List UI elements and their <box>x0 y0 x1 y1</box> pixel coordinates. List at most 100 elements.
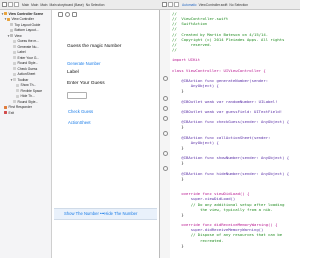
outline-label: Round Style... <box>17 99 39 104</box>
outline-label: Hide Th... <box>20 94 35 98</box>
code-line: @IBOutlet weak var guessField: UITextFie… <box>172 108 283 114</box>
jump-bar: Main Main Main Main.storyboard (Base) No… <box>0 0 300 10</box>
button-icon <box>13 72 16 76</box>
code-editor[interactable]: //// ViewController.swift// SwiftAction /… <box>160 10 300 258</box>
scene-icon <box>4 12 7 15</box>
exit-icon[interactable] <box>72 12 77 17</box>
exit-icon <box>4 111 7 114</box>
check-guess-button[interactable]: Check Guess <box>68 109 93 114</box>
outline-label: Guess the m... <box>17 39 39 43</box>
forward-arrow-icon[interactable] <box>14 2 19 7</box>
view-icon <box>10 34 13 37</box>
breadcrumb-item[interactable]: Main <box>22 3 29 7</box>
code-line: } <box>172 124 184 130</box>
forward-arrow-icon[interactable] <box>174 2 179 7</box>
code-line: } <box>172 160 184 166</box>
outline-item-hide-button[interactable]: Hide Th... <box>16 94 35 99</box>
outline-item-bottom-layout-guide[interactable]: Bottom Layout... <box>10 28 39 33</box>
connection-circle-icon[interactable] <box>163 76 168 81</box>
line-gutter <box>160 10 170 258</box>
connection-circle-icon[interactable] <box>163 96 168 101</box>
actionsheet-button[interactable]: ActionSheet <box>68 120 91 125</box>
label-icon <box>13 56 16 59</box>
code-line: } <box>172 144 184 150</box>
outline-label: View Controller <box>11 17 34 21</box>
layout-guide-icon <box>10 23 13 26</box>
outline-item-enter-guess[interactable]: Enter Your G... <box>13 55 39 60</box>
jump-bar-left: Main Main Main Main.storyboard (Base) No… <box>2 0 106 9</box>
breadcrumb-item[interactable]: Automatic <box>182 3 197 7</box>
connection-circle-icon[interactable] <box>163 131 168 136</box>
outline-item-check-guess[interactable]: Check Guess <box>13 66 37 71</box>
outline-item-exit[interactable]: Exit <box>4 110 14 115</box>
connection-circle-icon[interactable] <box>163 151 168 156</box>
grid-icon[interactable] <box>162 2 167 7</box>
breadcrumb-item[interactable]: Main <box>40 3 47 7</box>
first-responder-icon <box>4 105 7 109</box>
outline-item-first-responder[interactable]: First Responder <box>4 105 32 110</box>
code-line: // <box>172 47 177 53</box>
outline-item-scene[interactable]: ▼ View Controller Scene <box>1 11 50 16</box>
connection-circle-icon[interactable] <box>163 116 168 121</box>
outline-label: Toolbar <box>17 77 29 82</box>
back-arrow-icon[interactable] <box>168 2 173 7</box>
bar-button-icon <box>16 94 19 98</box>
text-field-icon <box>13 100 16 103</box>
grid-icon[interactable] <box>2 2 7 7</box>
bottom-toolbar: Show The Number •••Hide The Number <box>54 208 157 220</box>
outline-item-show-button[interactable]: Show Th... <box>16 83 36 88</box>
view-controller-icon <box>7 17 10 21</box>
guess-text-field[interactable] <box>67 92 87 99</box>
bar-button-icon <box>16 83 19 87</box>
outline-item-view[interactable]: ▼ View <box>7 33 22 38</box>
breadcrumb-item[interactable]: Main <box>31 3 38 7</box>
generate-number-button[interactable]: Generate Number <box>67 61 101 66</box>
outline-item-label[interactable]: Label <box>13 50 26 55</box>
view-controller-icon[interactable] <box>58 12 63 17</box>
label-icon <box>13 50 16 54</box>
outline-item-guess-label[interactable]: Guess the m... <box>13 39 39 44</box>
outline-label: Show Th... <box>20 83 37 87</box>
enter-guess-label: Enter Your Guess <box>67 81 105 86</box>
first-responder-icon[interactable] <box>65 12 70 17</box>
document-outline: ▼ View Controller Scene ▼ View Controlle… <box>0 10 52 258</box>
outline-label: View Controller Scene <box>8 11 44 16</box>
code-line: } <box>172 242 184 248</box>
outline-label: Top Layout Guide <box>14 22 41 27</box>
outline-item-round-style[interactable]: Round Style... <box>13 99 38 104</box>
storyboard-canvas: Guess the magic Number Generate Number L… <box>52 10 159 258</box>
outline-item-flexible-space[interactable]: Flexible Space <box>16 88 42 93</box>
outline-item-actionsheet[interactable]: ActionSheet <box>13 72 35 77</box>
breadcrumb-item[interactable]: No Selection <box>229 3 248 7</box>
outline-label: View <box>14 33 22 38</box>
outline-label: Flexible Space <box>20 88 43 93</box>
code-line: @IBOutlet weak var randomNumber: UILabel… <box>172 98 278 104</box>
outline-label: First Responder <box>8 105 32 109</box>
toolbar-buttons[interactable]: Show The Number •••Hide The Number <box>64 211 137 216</box>
code-line: the view, typically from a nib. <box>172 206 273 212</box>
label-icon <box>13 39 16 43</box>
outline-item-toolbar[interactable]: ▼ Toolbar <box>10 77 28 82</box>
connection-circle-icon[interactable] <box>163 166 168 171</box>
button-icon <box>13 45 16 48</box>
outline-item-view-controller[interactable]: ▼ View Controller <box>4 17 34 22</box>
outline-item-generate-button[interactable]: Generate Nu... <box>13 44 39 49</box>
outline-item-text-field[interactable]: Round Style... <box>13 61 38 66</box>
outline-label: Bottom Layout... <box>14 28 39 32</box>
connection-circle-icon[interactable] <box>163 106 168 111</box>
back-arrow-icon[interactable] <box>8 2 13 7</box>
outline-label: Exit <box>8 110 15 115</box>
guess-title-label: Guess the magic Number <box>67 44 122 49</box>
breadcrumb-item[interactable]: No Selection <box>86 3 105 7</box>
code-line: class ViewController: UIViewController { <box>172 67 266 73</box>
breadcrumb-item[interactable]: Main.storyboard (Base) <box>49 3 83 7</box>
code-line: } <box>172 175 184 181</box>
outline-label: Generate Nu... <box>17 44 40 49</box>
code-line: // reserved. <box>172 41 212 47</box>
outline-item-top-layout-guide[interactable]: Top Layout Guide <box>10 22 40 27</box>
code-line: @IBAction func hideNumber(sender: AnyObj… <box>172 170 290 176</box>
breadcrumb-item[interactable]: ViewController.swift <box>199 3 228 7</box>
outline-label: Label <box>17 50 26 54</box>
code-line: } <box>172 88 184 94</box>
layout-guide-icon <box>10 28 13 32</box>
